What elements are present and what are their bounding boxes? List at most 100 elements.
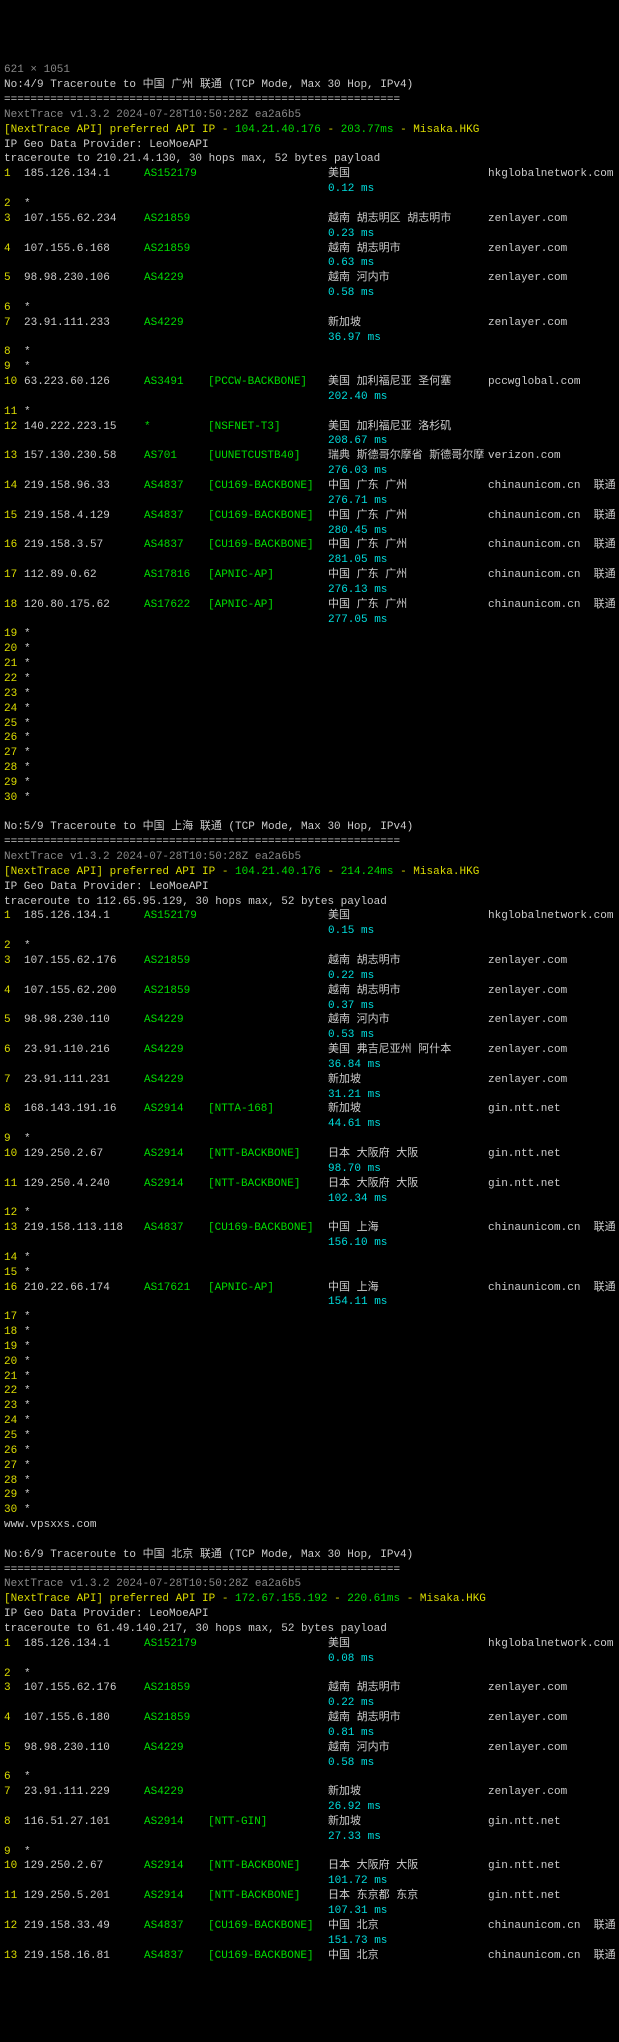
- hop-num: 18: [4, 598, 24, 613]
- hop-as: *: [144, 420, 208, 435]
- hop-row: 25*: [4, 717, 615, 732]
- divider: ========================================…: [4, 1564, 400, 1576]
- hop-latency-row: 208.67 ms: [4, 434, 615, 449]
- hop-num: 27: [4, 1459, 24, 1474]
- hop-row: 18120.80.175.62AS17622[APNIC-AP]中国 广东 广州…: [4, 598, 615, 613]
- hop-latency-row: 0.22 ms: [4, 969, 615, 984]
- hop-ip: 107.155.62.176: [24, 1681, 144, 1696]
- hop-ms: 280.45 ms: [328, 524, 387, 539]
- hop-host: gin.ntt.net: [488, 1889, 561, 1904]
- hop-row: 3107.155.62.176AS21859越南 胡志明市zenlayer.co…: [4, 954, 615, 969]
- hop-as: AS21859: [144, 1681, 208, 1696]
- hop-loc: 中国 广东 广州: [328, 598, 488, 613]
- hop-net: [UUNETCUSTB40]: [208, 449, 328, 464]
- hop-num: 18: [4, 1325, 24, 1340]
- hop-host: zenlayer.com: [488, 1073, 567, 1088]
- hop-as: AS2914: [144, 1147, 208, 1162]
- hop-as: AS17622: [144, 598, 208, 613]
- hop-host: zenlayer.com: [488, 1785, 567, 1800]
- hop-as: AS4229: [144, 1785, 208, 1800]
- hop-latency-row: 0.53 ms: [4, 1028, 615, 1043]
- hop-num: 10: [4, 375, 24, 390]
- hop-net: [NTT-GIN]: [208, 1815, 328, 1830]
- hop-ip: 23.91.111.231: [24, 1073, 144, 1088]
- hop-num: 24: [4, 702, 24, 717]
- hop-ms: 156.10 ms: [328, 1236, 387, 1251]
- hop-loc: 中国 广东 广州: [328, 509, 488, 524]
- hop-num: 5: [4, 271, 24, 286]
- hop-latency-row: 0.63 ms: [4, 256, 615, 271]
- hop-ip: *: [24, 360, 144, 375]
- dim-overlay: 621 × 1051: [4, 64, 70, 76]
- hop-row: 15*: [4, 1266, 615, 1281]
- hop-loc: 越南 河内市: [328, 1741, 488, 1756]
- hop-num: 19: [4, 627, 24, 642]
- hop-ms: 98.70 ms: [328, 1162, 381, 1177]
- hop-as: AS21859: [144, 1711, 208, 1726]
- hop-ip: *: [24, 1667, 144, 1682]
- hop-row: 30*: [4, 791, 615, 806]
- hop-ip: 107.155.62.234: [24, 212, 144, 227]
- hop-num: 30: [4, 1503, 24, 1518]
- hop-ms: 0.81 ms: [328, 1726, 374, 1741]
- hop-ip: 168.143.191.16: [24, 1102, 144, 1117]
- hop-as: AS2914: [144, 1102, 208, 1117]
- hop-ms: 0.63 ms: [328, 256, 374, 271]
- api-prefix: [NextTrace API] preferred API IP -: [4, 124, 235, 136]
- hop-latency-row: 281.05 ms: [4, 553, 615, 568]
- hop-num: 11: [4, 1177, 24, 1192]
- hop-num: 21: [4, 1370, 24, 1385]
- hop-as: AS4229: [144, 1073, 208, 1088]
- hop-as: AS4229: [144, 316, 208, 331]
- hop-as: AS17816: [144, 568, 208, 583]
- hop-num: 29: [4, 776, 24, 791]
- hop-as: AS4837: [144, 1221, 208, 1236]
- hop-num: 25: [4, 717, 24, 732]
- hop-ip: *: [24, 657, 144, 672]
- hop-row: 11129.250.5.201AS2914[NTT-BACKBONE]日本 东京…: [4, 1889, 615, 1904]
- hop-num: 14: [4, 479, 24, 494]
- hop-as: AS4229: [144, 1741, 208, 1756]
- hop-num: 22: [4, 1384, 24, 1399]
- hop-loc: 日本 大阪府 大阪: [328, 1177, 488, 1192]
- hop-ms: 0.58 ms: [328, 1756, 374, 1771]
- hop-latency-row: 0.08 ms: [4, 1652, 615, 1667]
- hop-host: zenlayer.com: [488, 1741, 567, 1756]
- hop-num: 2: [4, 197, 24, 212]
- hop-as: AS21859: [144, 212, 208, 227]
- hop-ms: 101.72 ms: [328, 1874, 387, 1889]
- hop-ip: 129.250.5.201: [24, 1889, 144, 1904]
- hop-ms: 0.12 ms: [328, 182, 374, 197]
- hop-num: 22: [4, 672, 24, 687]
- hop-num: 1: [4, 1637, 24, 1652]
- hop-ip: *: [24, 1206, 144, 1221]
- hop-num: 17: [4, 1310, 24, 1325]
- hop-latency-row: 44.61 ms: [4, 1117, 615, 1132]
- hop-num: 24: [4, 1414, 24, 1429]
- hop-host: pccwglobal.com: [488, 375, 580, 390]
- hop-loc: 越南 胡志明市: [328, 984, 488, 999]
- hop-net: [CU169-BACKBONE]: [208, 479, 328, 494]
- hop-ip: 116.51.27.101: [24, 1815, 144, 1830]
- hop-ip: 185.126.134.1: [24, 1637, 144, 1652]
- version-line: NextTrace v1.3.2 2024-07-28T10:50:28Z ea…: [4, 1578, 301, 1590]
- hop-as: AS3491: [144, 375, 208, 390]
- hop-latency-row: 31.21 ms: [4, 1088, 615, 1103]
- hop-num: 20: [4, 1355, 24, 1370]
- hop-row: 13219.158.113.118AS4837[CU169-BACKBONE]中…: [4, 1221, 615, 1236]
- hop-host: gin.ntt.net: [488, 1102, 561, 1117]
- hop-row: 10129.250.2.67AS2914[NTT-BACKBONE]日本 大阪府…: [4, 1859, 615, 1874]
- hop-ip: 219.158.4.129: [24, 509, 144, 524]
- hop-net: [APNIC-AP]: [208, 1281, 328, 1296]
- hop-ms: 0.08 ms: [328, 1652, 374, 1667]
- terminal-output: 621 × 1051 No:4/9 Traceroute to 中国 广州 联通…: [4, 63, 615, 1963]
- hop-num: 30: [4, 791, 24, 806]
- hop-row: 21*: [4, 1370, 615, 1385]
- hop-net: [NTT-BACKBONE]: [208, 1859, 328, 1874]
- hop-ip: 219.158.33.49: [24, 1919, 144, 1934]
- hop-loc: 中国 广东 广州: [328, 538, 488, 553]
- hop-row: 29*: [4, 776, 615, 791]
- hop-host: gin.ntt.net: [488, 1815, 561, 1830]
- hop-num: 28: [4, 761, 24, 776]
- hop-as: AS4837: [144, 1949, 208, 1964]
